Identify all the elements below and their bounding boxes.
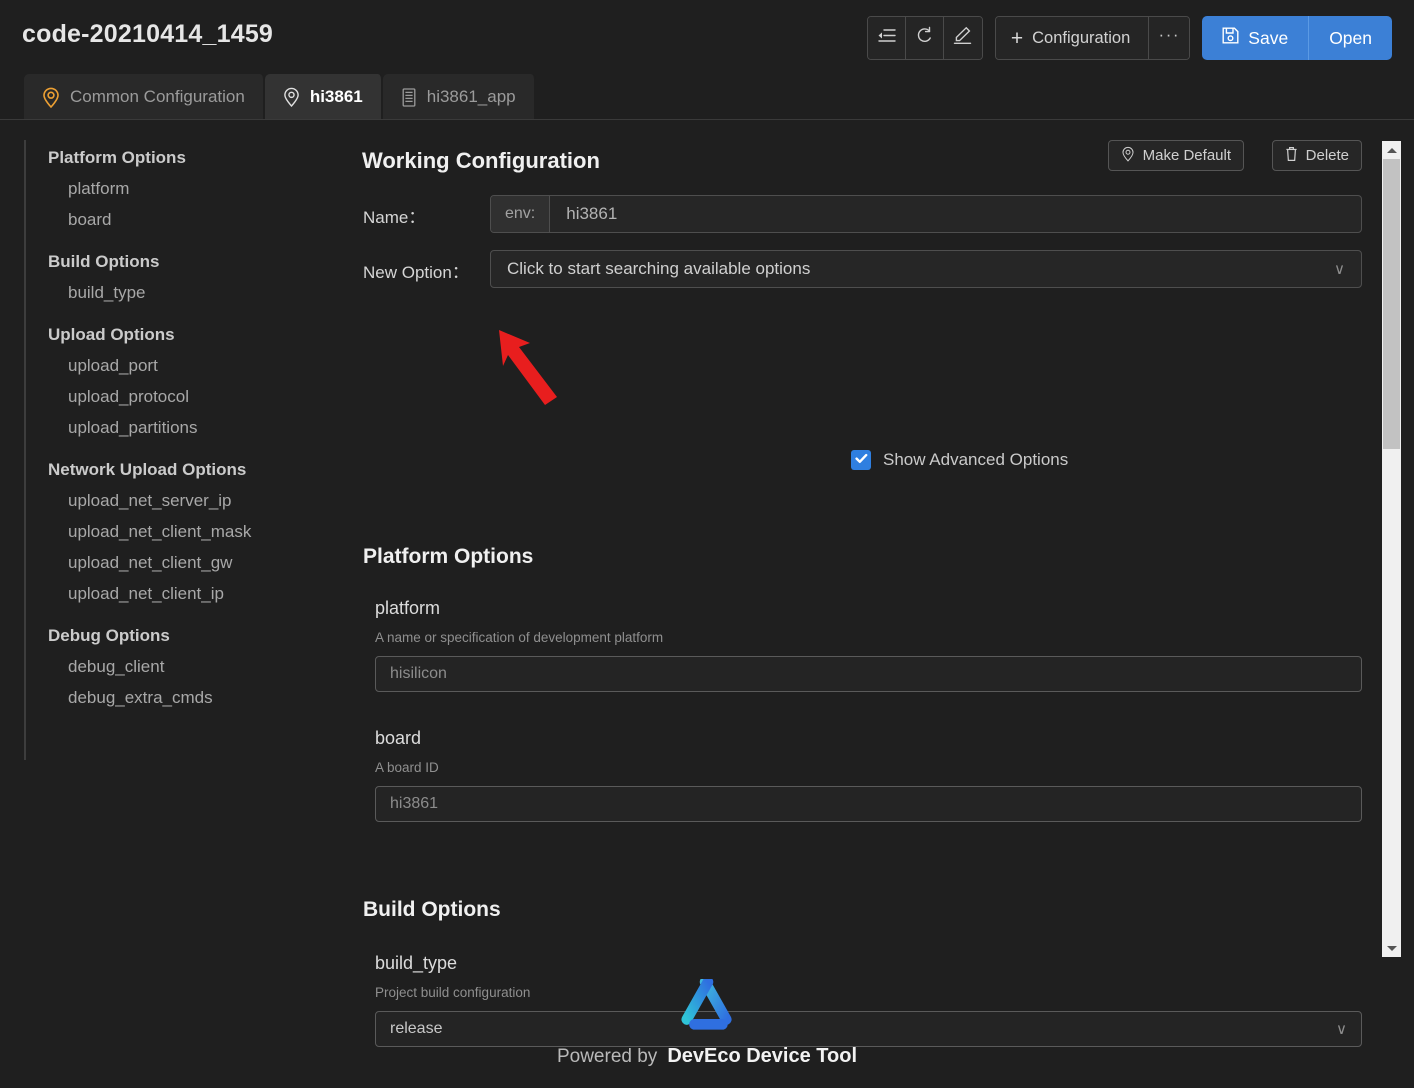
sidebar-item-debug-extra-cmds[interactable]: debug_extra_cmds <box>48 688 344 708</box>
refresh-icon <box>915 26 934 50</box>
trash-icon <box>1285 146 1298 166</box>
chevron-down-icon: ∨ <box>1334 261 1345 278</box>
tab-label: hi3861 <box>309 87 363 106</box>
map-pin-icon <box>283 87 300 107</box>
scrollbar-track[interactable] <box>1382 159 1401 939</box>
make-default-button-label: Make Default <box>1142 147 1231 164</box>
scroll-up-arrow-icon[interactable] <box>1382 141 1401 159</box>
collapse-list-icon <box>877 27 896 49</box>
option-board: board A board ID hi3861 <box>375 728 1362 822</box>
sidebar-item-upload-protocol[interactable]: upload_protocol <box>48 387 344 407</box>
save-floppy-icon <box>1222 27 1239 49</box>
option-description: A name or specification of development p… <box>375 630 664 645</box>
tab-hi3861-app[interactable]: hi3861_app <box>382 74 536 120</box>
new-option-label: New Option： <box>363 263 469 282</box>
refresh-icon-button[interactable] <box>905 17 944 59</box>
show-advanced-options-row: Show Advanced Options <box>851 450 1068 470</box>
sidebar-group-label: Debug Options <box>48 626 170 645</box>
scroll-down-arrow-icon[interactable] <box>1382 939 1401 957</box>
delete-button-label: Delete <box>1305 147 1349 164</box>
name-field-label: Name： <box>363 208 426 227</box>
save-open-button-group: Save Open <box>1202 16 1392 60</box>
working-configuration-title: Working Configuration <box>362 148 600 173</box>
more-options-button[interactable]: ··· <box>1149 17 1190 59</box>
add-configuration-button[interactable]: + Configuration <box>995 17 1150 59</box>
name-env-prefix: env: <box>491 196 551 232</box>
sidebar-group-label: Platform Options <box>48 148 186 167</box>
sidebar-group-label: Network Upload Options <box>48 460 247 479</box>
board-input[interactable]: hi3861 <box>375 786 1362 822</box>
open-button[interactable]: Open <box>1308 16 1392 60</box>
map-pin-icon <box>42 87 60 108</box>
name-input-value: hi3861 <box>566 204 618 223</box>
sidebar-item-board[interactable]: board <box>48 210 344 230</box>
sidebar-item-upload-net-client-mask[interactable]: upload_net_client_mask <box>48 522 344 542</box>
option-platform: platform A name or specification of deve… <box>375 598 1362 692</box>
delete-button[interactable]: Delete <box>1271 140 1362 171</box>
footer: Powered by DevEco Device Tool <box>0 958 1414 1088</box>
show-advanced-options-checkbox[interactable] <box>851 450 871 470</box>
tab-label: Common Configuration <box>70 87 245 106</box>
edit-pencil-icon-button[interactable] <box>943 17 982 59</box>
section-title-platform-options: Platform Options <box>363 545 534 568</box>
header-toolbar: + Configuration ··· Save Open <box>866 16 1392 60</box>
configuration-button-label: Configuration <box>1032 28 1131 47</box>
sidebar-item-build-type[interactable]: build_type <box>48 283 344 303</box>
sidebar-item-debug-client[interactable]: debug_client <box>48 657 344 677</box>
sidebar-item-upload-net-client-gw[interactable]: upload_net_client_gw <box>48 553 344 573</box>
board-input-value: hi3861 <box>390 795 439 812</box>
checkmark-icon <box>854 451 868 469</box>
option-name: board <box>375 728 422 748</box>
name-input[interactable]: env: hi3861 <box>490 195 1362 233</box>
sidebar-item-platform[interactable]: platform <box>48 179 344 199</box>
scrollbar-thumb[interactable] <box>1383 159 1400 449</box>
edit-pencil-icon <box>953 26 972 50</box>
configuration-tabs: Common Configuration hi3861 hi3861_app <box>24 74 536 120</box>
tab-bar-divider <box>0 119 1414 120</box>
sidebar-item-upload-net-client-ip[interactable]: upload_net_client_ip <box>48 584 344 604</box>
new-option-select[interactable]: Click to start searching available optio… <box>490 250 1362 288</box>
sidebar-item-upload-partitions[interactable]: upload_partitions <box>48 418 344 438</box>
tab-label: hi3861_app <box>426 87 516 106</box>
map-pin-icon <box>1121 146 1135 166</box>
show-advanced-options-label: Show Advanced Options <box>883 450 1069 469</box>
section-title-build-options: Build Options <box>363 898 501 921</box>
sidebar-item-upload-port[interactable]: upload_port <box>48 356 344 376</box>
sidebar-group-label: Upload Options <box>48 325 175 344</box>
open-button-label: Open <box>1329 27 1372 48</box>
tab-common-configuration[interactable]: Common Configuration <box>24 74 265 120</box>
option-description: A board ID <box>375 760 439 775</box>
view-icon-button-group <box>866 16 983 60</box>
main-content-panel: Working Configuration Make Default Delet… <box>362 140 1362 1047</box>
server-board-icon <box>401 87 417 107</box>
tab-hi3861[interactable]: hi3861 <box>264 74 383 120</box>
sidebar-item-upload-net-server-ip[interactable]: upload_net_server_ip <box>48 491 344 511</box>
configuration-button-group: + Configuration ··· <box>994 16 1191 60</box>
powered-by-label: Powered by <box>556 1045 658 1067</box>
sidebar-group-label: Build Options <box>48 252 160 271</box>
page-title: code-20210414_1459 <box>22 20 274 48</box>
brand-label: DevEco Device Tool <box>667 1044 858 1067</box>
footer-text: Powered by DevEco Device Tool <box>557 1045 857 1068</box>
save-button-label: Save <box>1248 27 1289 48</box>
make-default-button[interactable]: Make Default <box>1107 140 1244 171</box>
deveco-logo-icon <box>681 978 732 1030</box>
collapse-list-icon-button[interactable] <box>867 17 906 59</box>
platform-input[interactable]: hisilicon <box>375 656 1362 692</box>
plus-icon: + <box>1010 26 1024 50</box>
new-option-placeholder: Click to start searching available optio… <box>507 259 811 278</box>
main-scrollbar[interactable] <box>1382 141 1401 957</box>
options-tree-sidebar: Platform Options platform board Build Op… <box>24 140 344 760</box>
option-name: platform <box>375 598 441 618</box>
save-button[interactable]: Save <box>1202 16 1308 60</box>
platform-input-value: hisilicon <box>390 665 447 682</box>
